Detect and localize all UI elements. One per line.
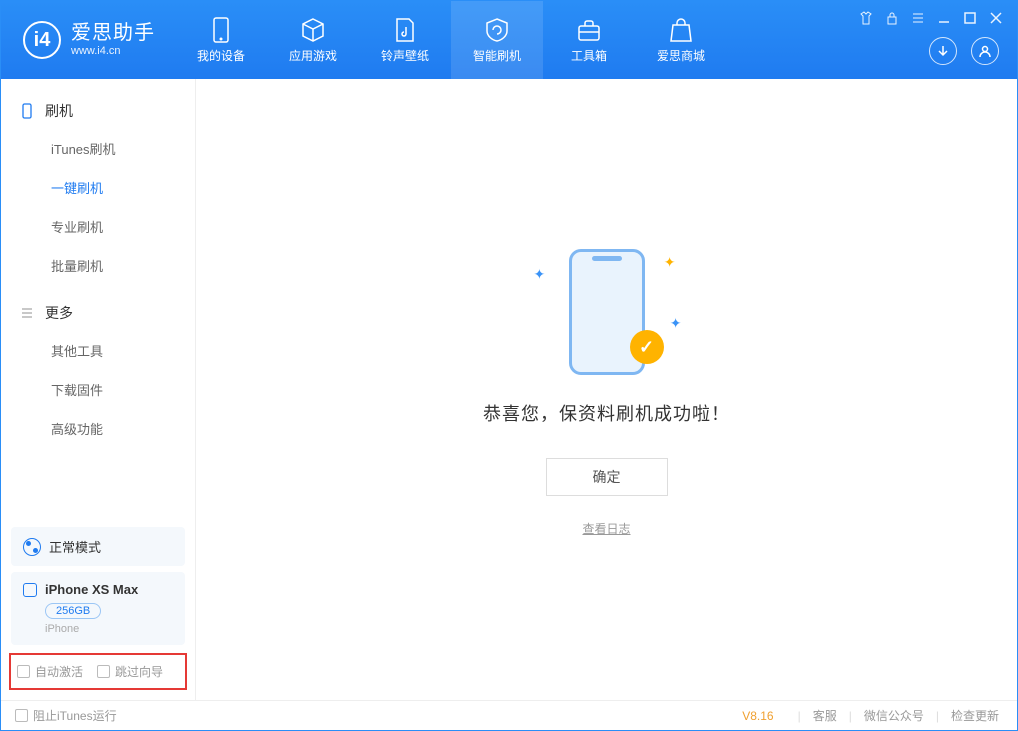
- sidebar-item-download-firmware[interactable]: 下载固件: [1, 370, 195, 409]
- device-capacity: 256GB: [45, 603, 101, 619]
- footer-link-support[interactable]: 客服: [809, 707, 841, 724]
- checkbox-auto-activate[interactable]: 自动激活: [17, 663, 83, 680]
- device-name: iPhone XS Max: [45, 582, 138, 597]
- sidebar-group-flash[interactable]: 刷机: [1, 93, 195, 129]
- footer-link-wechat[interactable]: 微信公众号: [860, 707, 928, 724]
- device-phone-icon: [23, 583, 37, 597]
- mode-icon: [23, 538, 41, 556]
- list-icon: [19, 305, 35, 321]
- music-file-icon: [392, 17, 418, 43]
- sidebar-item-itunes-flash[interactable]: iTunes刷机: [1, 129, 195, 168]
- checkbox-icon: [15, 709, 28, 722]
- checkbox-icon: [97, 665, 110, 678]
- device-icon: [208, 17, 234, 43]
- lock-icon[interactable]: [885, 11, 899, 25]
- logo-icon: i4: [23, 21, 61, 59]
- check-badge-icon: ✓: [630, 330, 664, 364]
- app-header: i4 爱思助手 www.i4.cn 我的设备 应用游戏 铃声壁纸 智能刷机 工具…: [1, 1, 1017, 79]
- tab-apps-games[interactable]: 应用游戏: [267, 1, 359, 79]
- app-title: 爱思助手: [71, 21, 155, 45]
- cube-icon: [300, 17, 326, 43]
- sidebar-item-other-tools[interactable]: 其他工具: [1, 331, 195, 370]
- app-subtitle: www.i4.cn: [71, 45, 155, 58]
- download-button[interactable]: [929, 37, 957, 65]
- tab-my-device[interactable]: 我的设备: [175, 1, 267, 79]
- success-message: 恭喜您，保资料刷机成功啦！: [483, 400, 730, 426]
- tab-toolbox[interactable]: 工具箱: [543, 1, 635, 79]
- refresh-shield-icon: [484, 17, 510, 43]
- phone-icon: [19, 103, 35, 119]
- shirt-icon[interactable]: [859, 11, 873, 25]
- sparkle-icon: ✦: [664, 254, 676, 271]
- sidebar-group-more[interactable]: 更多: [1, 295, 195, 331]
- minimize-icon[interactable]: [937, 11, 951, 25]
- checkbox-icon: [17, 665, 30, 678]
- main-tabs: 我的设备 应用游戏 铃声壁纸 智能刷机 工具箱 爱思商城: [175, 1, 727, 79]
- ok-button[interactable]: 确定: [546, 458, 668, 496]
- sparkle-icon: ✦: [670, 315, 682, 332]
- checkbox-skip-guide[interactable]: 跳过向导: [97, 663, 163, 680]
- success-illustration: ✦ ✦ ✦ ✓: [532, 242, 682, 382]
- sidebar-item-oneclick-flash[interactable]: 一键刷机: [1, 168, 195, 207]
- device-type: iPhone: [45, 623, 173, 635]
- sidebar: 刷机 iTunes刷机 一键刷机 专业刷机 批量刷机 更多 其他工具 下载固件 …: [1, 79, 196, 700]
- app-logo: i4 爱思助手 www.i4.cn: [1, 21, 175, 59]
- tab-store[interactable]: 爱思商城: [635, 1, 727, 79]
- toolbox-icon: [576, 17, 602, 43]
- sidebar-item-batch-flash[interactable]: 批量刷机: [1, 246, 195, 285]
- checkbox-block-itunes[interactable]: 阻止iTunes运行: [15, 707, 117, 724]
- options-box: 自动激活 跳过向导: [9, 653, 187, 690]
- window-controls: [859, 11, 1003, 25]
- device-box[interactable]: iPhone XS Max 256GB iPhone: [11, 572, 185, 645]
- sidebar-item-advanced[interactable]: 高级功能: [1, 409, 195, 448]
- user-button[interactable]: [971, 37, 999, 65]
- footer: 阻止iTunes运行 V8.16 | 客服 | 微信公众号 | 检查更新: [1, 700, 1017, 730]
- sidebar-item-pro-flash[interactable]: 专业刷机: [1, 207, 195, 246]
- bag-icon: [668, 17, 694, 43]
- menu-icon[interactable]: [911, 11, 925, 25]
- sparkle-icon: ✦: [534, 266, 546, 283]
- footer-link-update[interactable]: 检查更新: [947, 707, 1003, 724]
- version-label: V8.16: [742, 709, 773, 723]
- maximize-icon[interactable]: [963, 11, 977, 25]
- tab-ringtone-wallpaper[interactable]: 铃声壁纸: [359, 1, 451, 79]
- main-content: ✦ ✦ ✦ ✓ 恭喜您，保资料刷机成功啦！ 确定 查看日志: [196, 79, 1017, 700]
- view-log-link[interactable]: 查看日志: [582, 520, 630, 537]
- close-icon[interactable]: [989, 11, 1003, 25]
- mode-label: 正常模式: [49, 537, 101, 556]
- mode-box[interactable]: 正常模式: [11, 527, 185, 566]
- tab-smart-flash[interactable]: 智能刷机: [451, 1, 543, 79]
